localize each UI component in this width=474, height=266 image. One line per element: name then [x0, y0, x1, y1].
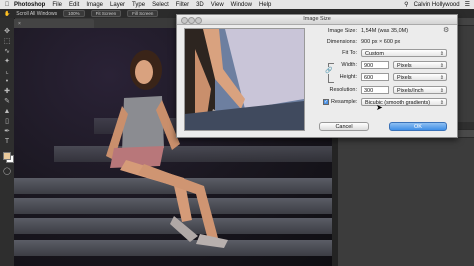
quick-select-tool-icon[interactable]: ✦	[3, 58, 11, 66]
mouse-pointer-icon: ➤	[376, 103, 383, 112]
apple-menu-icon[interactable]: 	[0, 2, 14, 8]
chevron-updown-icon: ⇕	[439, 75, 444, 81]
menu-edit[interactable]: Edit	[69, 2, 79, 8]
image-size-value: 1,54M (was 35,0M)	[361, 28, 409, 34]
pen-tool-icon[interactable]: ✒	[3, 128, 11, 136]
document-tab[interactable]: ×	[14, 19, 94, 28]
height-unit-select[interactable]: Pixels ⇕	[393, 73, 447, 81]
menu-view[interactable]: View	[211, 2, 224, 8]
resolution-unit-value: Pixels/Inch	[397, 88, 424, 94]
fit-to-value: Custom	[365, 51, 384, 57]
lasso-tool-icon[interactable]: ∿	[3, 48, 11, 56]
hand-tool-icon: ✋	[4, 10, 11, 17]
actual-pixels-button[interactable]: 100%	[63, 10, 85, 17]
menu-layer[interactable]: Layer	[110, 2, 125, 8]
resolution-unit-select[interactable]: Pixels/Inch ⇕	[393, 86, 447, 94]
quick-mask-icon[interactable]: ◯	[3, 168, 11, 176]
image-size-label: Image Size:	[327, 28, 357, 34]
resolution-label: Resolution:	[329, 87, 357, 93]
menu-window[interactable]: Window	[231, 2, 252, 8]
scroll-all-windows-checkbox[interactable]: Scroll All Windows	[16, 11, 57, 17]
menu-filter[interactable]: Filter	[176, 2, 189, 8]
menu-help[interactable]: Help	[259, 2, 271, 8]
menu-bar:  Photoshop File Edit Image Layer Type S…	[0, 0, 474, 9]
tools-panel: ✥ ⬚ ∿ ✦ ⌞ • ✚ ✎ ▲ ▯ ✒ T ◯	[0, 18, 15, 266]
resample-label: Resample:	[331, 99, 358, 105]
resample-select[interactable]: Bicubic (smooth gradients) ⇕	[361, 98, 447, 106]
image-preview[interactable]	[184, 28, 305, 131]
fit-screen-button[interactable]: Fit Screen	[90, 10, 122, 17]
width-input[interactable]: 900	[361, 61, 389, 69]
dimensions-value: 900 px × 600 px	[361, 39, 401, 45]
ok-button[interactable]: OK	[389, 122, 447, 131]
chevron-updown-icon: ⇕	[439, 100, 444, 106]
menu-image[interactable]: Image	[86, 2, 103, 8]
cancel-button[interactable]: Cancel	[319, 122, 369, 131]
gear-icon[interactable]: ⚙	[443, 26, 449, 34]
menu-3d[interactable]: 3D	[196, 2, 204, 8]
type-tool-icon[interactable]: T	[3, 138, 11, 146]
healing-brush-tool-icon[interactable]: ✚	[3, 88, 11, 96]
minimize-window-icon[interactable]	[188, 17, 195, 24]
chevron-updown-icon: ⇕	[439, 63, 444, 69]
brush-tool-icon[interactable]: ✎	[3, 98, 11, 106]
preview-image	[185, 29, 304, 130]
foreground-color-swatch[interactable]	[3, 152, 11, 160]
width-unit-select[interactable]: Pixels ⇕	[393, 61, 447, 69]
zoom-window-icon[interactable]	[195, 17, 202, 24]
width-unit-value: Pixels	[397, 63, 412, 69]
chevron-updown-icon: ⇕	[439, 51, 444, 57]
move-tool-icon[interactable]: ✥	[3, 28, 11, 36]
resample-checkbox[interactable]: ✓	[323, 99, 329, 105]
menubar-status: ⚲ Calvin Hollywood ☰	[404, 0, 470, 9]
width-label: Width:	[341, 62, 357, 68]
fit-to-label: Fit To:	[342, 50, 357, 56]
height-unit-value: Pixels	[397, 75, 412, 81]
height-input[interactable]: 600	[361, 73, 389, 81]
close-window-icon[interactable]	[181, 17, 188, 24]
search-icon[interactable]: ⚲	[404, 1, 408, 8]
close-tab-icon[interactable]: ×	[18, 21, 21, 27]
menu-type[interactable]: Type	[132, 2, 145, 8]
marquee-tool-icon[interactable]: ⬚	[3, 38, 11, 46]
resample-value: Bicubic (smooth gradients)	[365, 100, 431, 106]
fill-screen-button[interactable]: Fill Screen	[127, 10, 159, 17]
app-menu[interactable]: Photoshop	[14, 2, 45, 8]
eyedropper-tool-icon[interactable]: •	[3, 78, 11, 86]
crop-tool-icon[interactable]: ⌞	[3, 68, 11, 76]
dialog-title: Image Size	[177, 15, 457, 25]
menu-file[interactable]: File	[52, 2, 62, 8]
eraser-tool-icon[interactable]: ▯	[3, 118, 11, 126]
image-size-dialog: Image Size Image Size: 1,54M (was 35,0M)…	[176, 14, 458, 138]
fit-to-select[interactable]: Custom ⇕	[361, 49, 447, 57]
resolution-input[interactable]: 300	[361, 86, 389, 94]
chevron-updown-icon: ⇕	[439, 88, 444, 94]
user-name[interactable]: Calvin Hollywood	[414, 2, 460, 8]
link-icon[interactable]: 🔗	[325, 67, 333, 74]
list-icon[interactable]: ☰	[465, 1, 470, 8]
menu-select[interactable]: Select	[152, 2, 169, 8]
dimensions-label: Dimensions:	[326, 39, 357, 45]
clone-stamp-tool-icon[interactable]: ▲	[3, 108, 11, 116]
height-label: Height:	[339, 74, 357, 80]
